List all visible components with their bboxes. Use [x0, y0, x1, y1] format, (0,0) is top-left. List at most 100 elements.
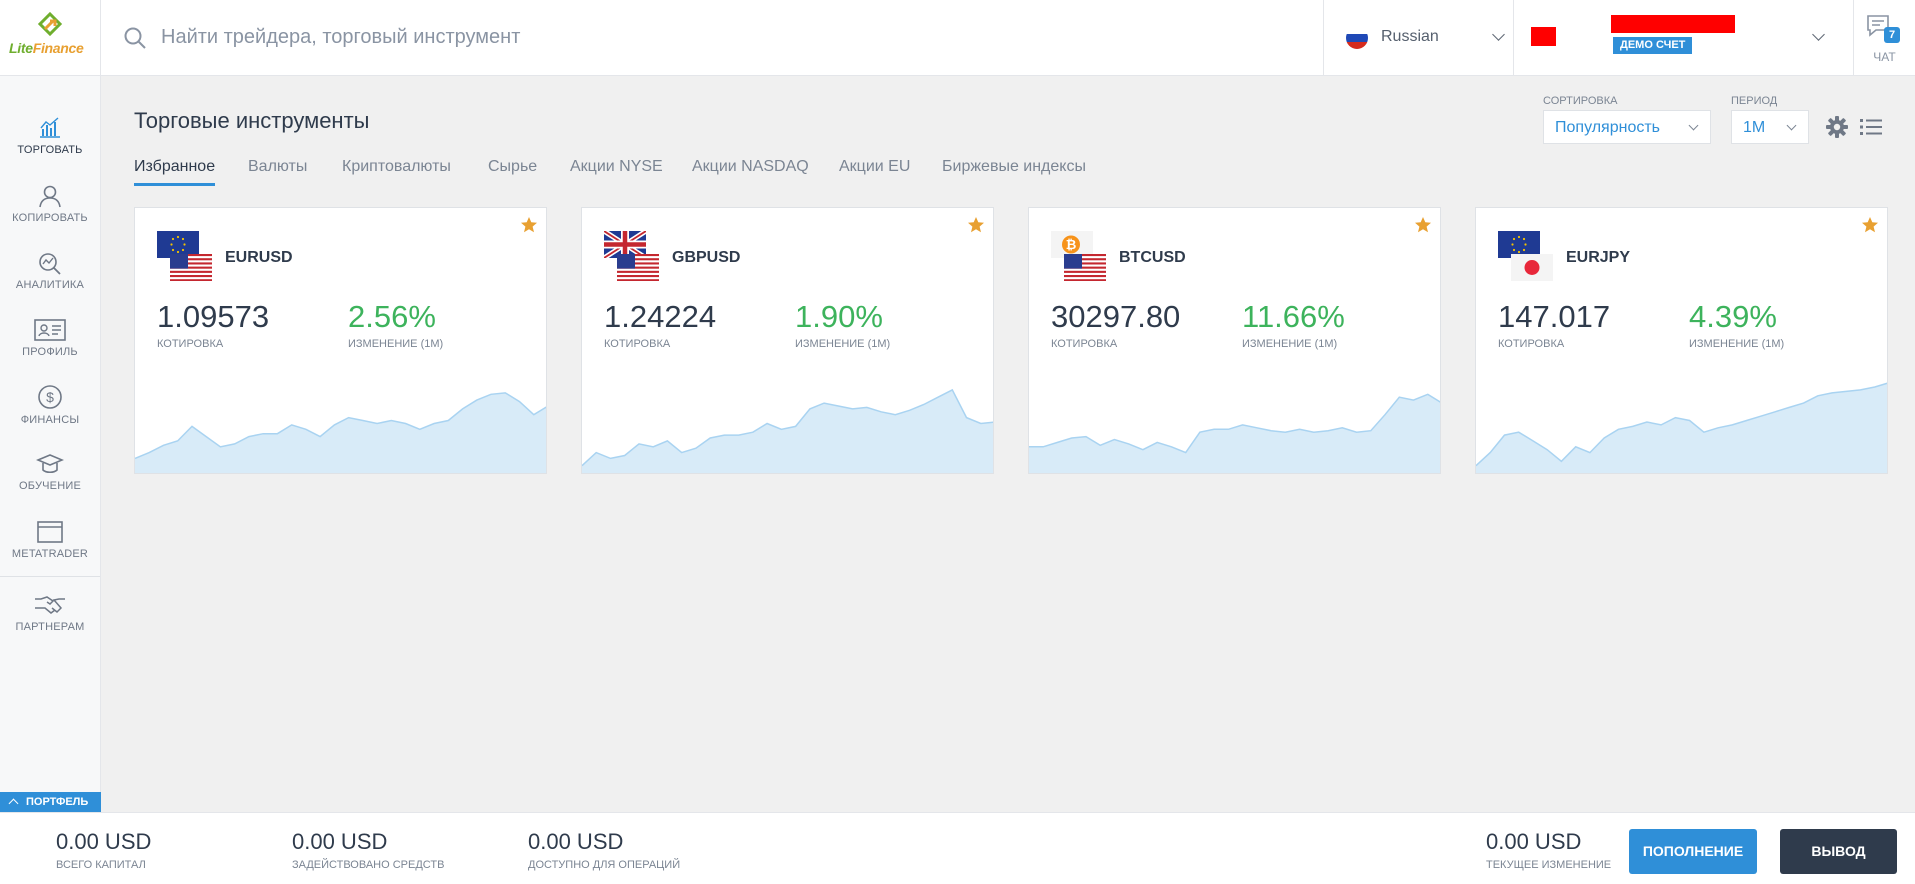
sidebar-item-label: ПАРТНЕРАМ — [15, 621, 85, 633]
sidebar-item-finance[interactable]: $ ФИНАНСЫ — [0, 384, 100, 446]
search-icon — [124, 27, 146, 49]
sidebar-item-trade[interactable]: ТОРГОВАТЬ — [0, 116, 100, 178]
sparkline-chart — [1029, 393, 1440, 473]
sidebar-item-partners[interactable]: ПАРТНЕРАМ — [0, 593, 100, 655]
logo-text: LiteFinance — [9, 40, 84, 56]
change-value: 4.39% — [1689, 299, 1777, 334]
quote-label: КОТИРОВКА — [1051, 338, 1118, 350]
list-view-icon[interactable] — [1860, 117, 1882, 137]
tab-indices[interactable]: Биржевые индексы — [942, 158, 1086, 186]
window-icon — [37, 521, 63, 543]
tab-crypto[interactable]: Криптовалюты — [342, 158, 451, 186]
sidebar: ТОРГОВАТЬ КОПИРОВАТЬ АНАЛИТИКА ПРОФИЛЬ $… — [0, 76, 101, 794]
sidebar-item-profile[interactable]: ПРОФИЛЬ — [0, 318, 100, 380]
search-input[interactable] — [161, 18, 1261, 56]
chat-count-badge: 7 — [1884, 27, 1900, 43]
instrument-card[interactable]: EURJPY 147.017 КОТИРОВКА 4.39% ИЗМЕНЕНИЕ… — [1475, 207, 1888, 474]
chevron-down-icon — [1492, 28, 1505, 41]
total-capital-label: ВСЕГО КАПИТАЛ — [56, 859, 146, 871]
deposit-button[interactable]: ПОПОЛНЕНИЕ — [1629, 829, 1757, 874]
dollar-icon: $ — [38, 385, 62, 409]
logo[interactable]: LiteFinance — [0, 0, 101, 76]
instrument-symbol: BTCUSD — [1119, 249, 1186, 266]
account-summary-footer: 0.00 USD ВСЕГО КАПИТАЛ 0.00 USD ЗАДЕЙСТВ… — [0, 812, 1915, 884]
sparkline-area — [1029, 394, 1440, 473]
quote-value: 1.24224 — [604, 299, 717, 334]
handshake-icon — [35, 596, 65, 614]
sparkline-chart — [1476, 382, 1887, 473]
analytics-icon — [39, 253, 61, 275]
change-label: ИЗМЕНЕНИЕ (1М) — [348, 338, 444, 350]
tab-favorites[interactable]: Избранное — [134, 158, 216, 186]
instrument-card[interactable]: GBPUSD 1.24224 КОТИРОВКА 1.90% ИЗМЕНЕНИЕ… — [581, 207, 994, 474]
sidebar-item-education[interactable]: ОБУЧЕНИЕ — [0, 452, 100, 514]
sidebar-divider — [0, 576, 100, 577]
instrument-symbol: EURUSD — [225, 249, 293, 266]
instrument-card[interactable]: EURUSD 1.09573 КОТИРОВКА 2.56% ИЗМЕНЕНИЕ… — [134, 207, 547, 474]
flag-us-icon — [170, 254, 212, 281]
chat-label: ЧАТ — [1873, 50, 1896, 64]
change-value: 1.90% — [795, 299, 883, 334]
language-label: Russian — [1381, 28, 1439, 45]
logo-icon — [37, 12, 63, 37]
flag-us-icon — [617, 254, 659, 281]
change-value: 11.66% — [1242, 299, 1345, 334]
sidebar-item-analytics[interactable]: АНАЛИТИКА — [0, 251, 100, 313]
sidebar-item-label: ТОРГОВАТЬ — [17, 144, 83, 156]
current-change-label: ТЕКУЩЕЕ ИЗМЕНЕНИЕ — [1486, 859, 1612, 871]
search-bar — [101, 0, 1323, 76]
star-icon[interactable] — [1861, 216, 1879, 234]
chevron-down-icon — [1688, 120, 1699, 131]
instrument-card[interactable]: ₿ BTCUSD 30297.80 КОТИРОВКА 11.66% ИЗМЕН… — [1028, 207, 1441, 474]
instrument-symbol: GBPUSD — [672, 249, 741, 266]
gear-icon[interactable] — [1826, 116, 1848, 138]
available-label: ДОСТУПНО ДЛЯ ОПЕРАЦИЙ — [528, 859, 681, 871]
portfolio-toggle[interactable]: ПОРТФЕЛЬ — [0, 792, 101, 812]
page-title: Торговые инструменты — [134, 108, 370, 133]
account-name — [1611, 15, 1735, 33]
account-selector[interactable]: ДЕМО СЧЕТ — [1514, 0, 1854, 76]
flag-ru-icon — [1346, 27, 1368, 49]
period-select[interactable]: 1M — [1731, 110, 1809, 144]
sidebar-item-label: КОПИРОВАТЬ — [12, 212, 88, 224]
change-label: ИЗМЕНЕНИЕ (1М) — [1242, 338, 1338, 350]
withdraw-button[interactable]: ВЫВОД — [1780, 829, 1897, 874]
tab-nyse[interactable]: Акции NYSE — [570, 158, 663, 186]
language-selector[interactable]: Russian — [1323, 0, 1514, 76]
period-value: 1M — [1743, 119, 1766, 136]
sidebar-item-copy[interactable]: КОПИРОВАТЬ — [0, 184, 100, 246]
star-icon[interactable] — [520, 216, 538, 234]
quote-value: 30297.80 — [1051, 299, 1181, 334]
sidebar-item-label: METATRADER — [11, 548, 89, 560]
sparkline-area — [582, 389, 993, 473]
portfolio-label: ПОРТФЕЛЬ — [26, 796, 89, 808]
user-icon — [39, 185, 61, 208]
quote-value: 1.09573 — [157, 299, 270, 334]
tab-commodities[interactable]: Сырье — [488, 158, 537, 186]
tab-currencies[interactable]: Валюты — [248, 158, 307, 186]
svg-text:$: $ — [46, 389, 54, 405]
account-avatar — [1531, 27, 1556, 46]
change-label: ИЗМЕНЕНИЕ (1М) — [795, 338, 891, 350]
sidebar-item-label: ФИНАНСЫ — [20, 414, 80, 426]
sidebar-item-label: ОБУЧЕНИЕ — [19, 480, 81, 492]
tab-nasdaq[interactable]: Акции NASDAQ — [692, 158, 809, 186]
chat-button[interactable]: 7 ЧАТ — [1854, 0, 1915, 76]
used-funds-label: ЗАДЕЙСТВОВАНО СРЕДСТВ — [292, 859, 445, 871]
sparkline-chart — [582, 388, 993, 473]
chevron-up-icon — [8, 798, 19, 809]
star-icon[interactable] — [1414, 216, 1432, 234]
quote-label: КОТИРОВКА — [157, 338, 224, 350]
sidebar-item-metatrader[interactable]: METATRADER — [0, 520, 100, 582]
top-bar: LiteFinance Russian ДЕМО СЧЕТ 7 ЧАТ — [0, 0, 1915, 76]
sparkline-chart — [135, 392, 546, 473]
star-icon[interactable] — [967, 216, 985, 234]
sort-label: СОРТИРОВКА — [1543, 95, 1618, 107]
sort-select[interactable]: Популярность — [1543, 110, 1711, 144]
sidebar-item-label: АНАЛИТИКА — [15, 279, 85, 291]
chart-icon — [40, 117, 60, 138]
change-label: ИЗМЕНЕНИЕ (1М) — [1689, 338, 1785, 350]
tab-eu-stocks[interactable]: Акции EU — [839, 158, 910, 186]
instrument-symbol: EURJPY — [1566, 249, 1631, 266]
chevron-down-icon — [1812, 28, 1825, 41]
